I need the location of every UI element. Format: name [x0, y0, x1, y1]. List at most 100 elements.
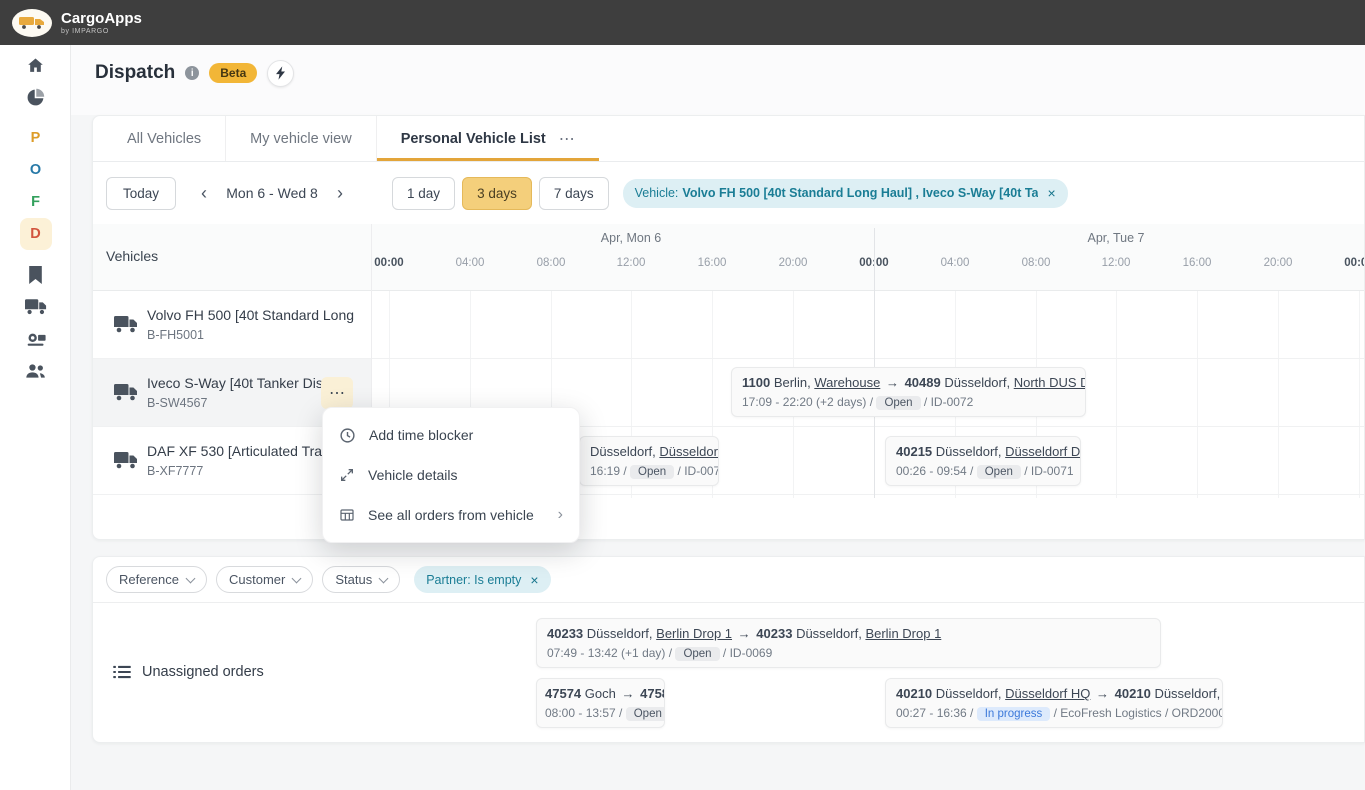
partner-filter-chip[interactable]: Partner: Is empty × — [414, 566, 551, 593]
origin-zip: 40215 — [896, 444, 933, 459]
place-link[interactable]: Warehouse — [814, 375, 880, 390]
order-time: 17:09 - 22:20 (+2 days) / — [742, 395, 874, 409]
topbar: CargoApps by IMPARGO — [0, 0, 1365, 45]
vehicle-plate: B-XF7777 — [147, 464, 204, 478]
time-tick: 20:00 — [1263, 257, 1293, 269]
chevron-down-icon — [378, 573, 389, 583]
vehicle-cell-volvo[interactable]: Volvo FH 500 [40t Standard Long B-FH5001 — [93, 291, 371, 358]
sidebar: P O F D — [0, 45, 71, 790]
order-time: 00:27 - 16:36 / — [896, 706, 974, 720]
time-tick: 20:00 — [778, 257, 808, 269]
prev-period-button[interactable]: ‹ — [192, 179, 216, 208]
pie-chart-icon — [26, 88, 45, 107]
next-period-button[interactable]: › — [328, 179, 352, 208]
time-tick: 04:00 — [455, 257, 485, 269]
arrow-right-icon: → — [621, 686, 635, 701]
time-tick: 16:00 — [1182, 257, 1212, 269]
timeline-toolbar: Today ‹ Mon 6 - Wed 8 › 1 day 3 days 7 d… — [93, 162, 1364, 224]
menu-item-vehicle-details[interactable]: Vehicle details — [323, 455, 579, 495]
filter-label: Customer — [228, 572, 286, 587]
home-icon — [26, 56, 45, 75]
order-card-id-0072[interactable]: 1100 Berlin, Warehouse → 40489 Düsseldor… — [731, 367, 1086, 417]
zoom-3-days-button[interactable]: 3 days — [462, 176, 532, 210]
order-card-id-007x[interactable]: Düsseldorf, Düsseldorf H 16:19 / Open / … — [579, 436, 719, 486]
brand: CargoApps by IMPARGO — [61, 11, 142, 35]
place-link[interactable]: North DUS Depot — [1014, 375, 1085, 390]
tab-personal-vehicle-list[interactable]: Personal Vehicle List ⋯ — [375, 116, 599, 161]
filter-reference[interactable]: Reference — [106, 566, 207, 593]
time-tick: 00:00 — [1344, 257, 1364, 269]
zoom-1-day-button[interactable]: 1 day — [392, 176, 456, 210]
menu-item-label: See all orders from vehicle — [368, 507, 534, 523]
order-filters: Reference Customer Status Partner: Is em… — [93, 557, 1364, 603]
order-time: 07:49 - 13:42 (+1 day) / — [547, 646, 673, 660]
info-icon[interactable]: i — [185, 66, 200, 80]
menu-item-add-time-blocker[interactable]: Add time blocker — [323, 415, 579, 455]
zoom-7-days-button[interactable]: 7 days — [538, 176, 609, 210]
page-title: Dispatch — [95, 62, 176, 83]
unassigned-orders-header: Unassigned orders — [113, 664, 264, 680]
sidebar-item-bookmarks[interactable] — [0, 259, 71, 291]
arrow-right-icon: → — [885, 375, 899, 390]
truck-icon — [114, 452, 138, 469]
dest-zip: 40210 — [1114, 686, 1151, 701]
chevron-down-icon — [291, 573, 302, 583]
origin-city: Düsseldorf, — [590, 444, 656, 459]
sidebar-item-team[interactable] — [0, 355, 71, 387]
truck-icon — [114, 316, 138, 333]
tab-all-vehicles[interactable]: All Vehicles — [103, 116, 225, 161]
order-time: 16:19 / — [590, 464, 627, 478]
avatar: O — [29, 162, 42, 178]
lightning-icon — [275, 66, 286, 80]
sidebar-item-telematics[interactable] — [0, 323, 71, 355]
tab-my-vehicle-view[interactable]: My vehicle view — [225, 116, 376, 161]
date-range-label: Mon 6 - Wed 8 — [226, 185, 318, 201]
lightning-button[interactable] — [267, 59, 295, 87]
place-link[interactable]: Düsseldorf Drop 2 — [1005, 444, 1080, 459]
filter-status[interactable]: Status — [322, 566, 401, 593]
filter-label: Status — [335, 572, 373, 587]
origin-city: Berlin, — [773, 375, 811, 390]
origin-city: Düsseldorf, — [935, 444, 1002, 459]
sidebar-item-home[interactable] — [0, 49, 71, 81]
order-card-ord2000[interactable]: 40210 Düsseldorf, Düsseldorf HQ → 40210 … — [885, 678, 1223, 728]
dest-zip: 40233 — [756, 626, 793, 641]
vehicle-filter-chip[interactable]: Vehicle: Volvo FH 500 [40t Standard Long… — [622, 178, 1068, 208]
tab-label: All Vehicles — [127, 130, 202, 147]
filter-label: Reference — [119, 572, 179, 587]
menu-item-see-all-orders[interactable]: See all orders from vehicle › — [323, 495, 579, 535]
vehicle-filter-label: Vehicle: — [634, 186, 679, 200]
time-tick: 08:00 — [536, 257, 566, 269]
beta-badge: Beta — [209, 63, 258, 83]
dest-city: Düsseldorf, — [1154, 686, 1221, 701]
vehicle-more-button[interactable]: ⋯ — [321, 377, 353, 409]
order-id: / ID-007 — [677, 464, 719, 478]
app-logo[interactable] — [12, 8, 52, 37]
place-link[interactable]: Düsseldorf H — [659, 444, 718, 459]
status-badge: Open — [625, 707, 664, 721]
place-link[interactable]: Berlin Drop 1 — [656, 626, 732, 641]
time-tick: 12:00 — [616, 257, 646, 269]
filter-customer[interactable]: Customer — [215, 566, 314, 593]
today-button[interactable]: Today — [106, 176, 177, 210]
close-icon[interactable]: × — [530, 572, 538, 588]
sidebar-account-f[interactable]: F — [0, 186, 71, 218]
time-tick: 04:00 — [940, 257, 970, 269]
order-card-goch[interactable]: 47574 Goch → 4758 B 08:00 - 13:57 / Open — [536, 678, 665, 728]
origin-zip: 1100 — [742, 375, 771, 390]
sidebar-account-o[interactable]: O — [0, 154, 71, 186]
zoom-switcher: 1 day 3 days 7 days — [392, 176, 609, 210]
close-icon[interactable]: × — [1047, 185, 1055, 201]
order-card-id-0069[interactable]: 40233 Düsseldorf, Berlin Drop 1 → 40233 … — [536, 618, 1161, 668]
sidebar-account-p[interactable]: P — [0, 122, 71, 154]
order-card-id-0071[interactable]: 40215 Düsseldorf, Düsseldorf Drop 2 00:2… — [885, 436, 1081, 486]
order-id: / ID-0072 — [923, 395, 974, 409]
table-icon — [339, 507, 355, 523]
place-link[interactable]: Düsseldorf HQ — [1005, 686, 1090, 701]
tab-options-icon[interactable]: ⋯ — [559, 129, 575, 149]
bookmark-icon — [28, 266, 43, 284]
place-link[interactable]: Berlin Drop 1 — [865, 626, 941, 641]
sidebar-item-statistics[interactable] — [0, 81, 71, 113]
sidebar-account-d-active[interactable]: D — [0, 218, 71, 250]
sidebar-item-vehicles[interactable] — [0, 291, 71, 323]
